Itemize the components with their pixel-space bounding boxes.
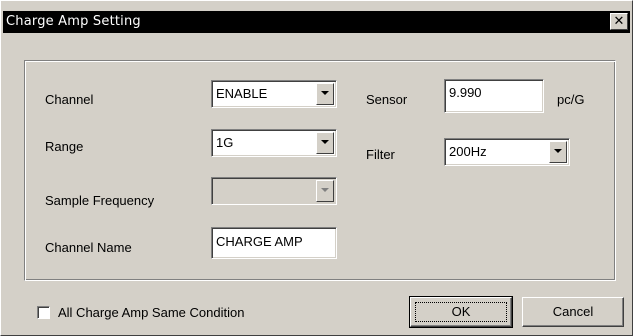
charge-amp-setting-dialog: Charge Amp Setting ✕ Channel ENABLE Rang… [0,0,633,336]
close-button[interactable]: ✕ [610,13,628,30]
chevron-down-icon[interactable] [316,83,334,105]
channel-label: Channel [45,92,94,107]
same-condition-label: All Charge Amp Same Condition [58,305,245,320]
chevron-down-icon [316,180,334,202]
filter-value: 200Hz [449,144,487,159]
cancel-label: Cancel [552,304,594,319]
channel-name-label: Channel Name [45,240,132,255]
chevron-down-icon[interactable] [316,132,334,154]
channel-value: ENABLE [216,86,268,101]
focus-rect [415,302,507,322]
sample-frequency-label: Sample Frequency [45,193,155,208]
sensor-input[interactable]: 9.990 [444,79,544,113]
sample-frequency-dropdown [211,177,337,205]
cancel-button[interactable]: Cancel [522,297,624,327]
filter-label: Filter [366,147,395,162]
range-dropdown[interactable]: 1G [211,129,337,157]
close-icon: ✕ [613,13,625,28]
chevron-down-icon[interactable] [549,141,567,163]
sensor-value: 9.990 [449,85,482,100]
same-condition-checkbox[interactable] [37,306,50,319]
sensor-label: Sensor [366,92,408,107]
title-bar: Charge Amp Setting ✕ [3,11,630,33]
channel-name-input[interactable]: CHARGE AMP [211,227,337,259]
range-label: Range [45,139,84,154]
ok-button[interactable]: OK [409,296,513,328]
channel-dropdown[interactable]: ENABLE [211,80,337,108]
filter-dropdown[interactable]: 200Hz [444,138,570,166]
range-value: 1G [216,135,234,150]
window-title: Charge Amp Setting [6,14,141,29]
channel-name-value: CHARGE AMP [216,234,303,249]
sensor-unit: pc/G [557,92,585,107]
